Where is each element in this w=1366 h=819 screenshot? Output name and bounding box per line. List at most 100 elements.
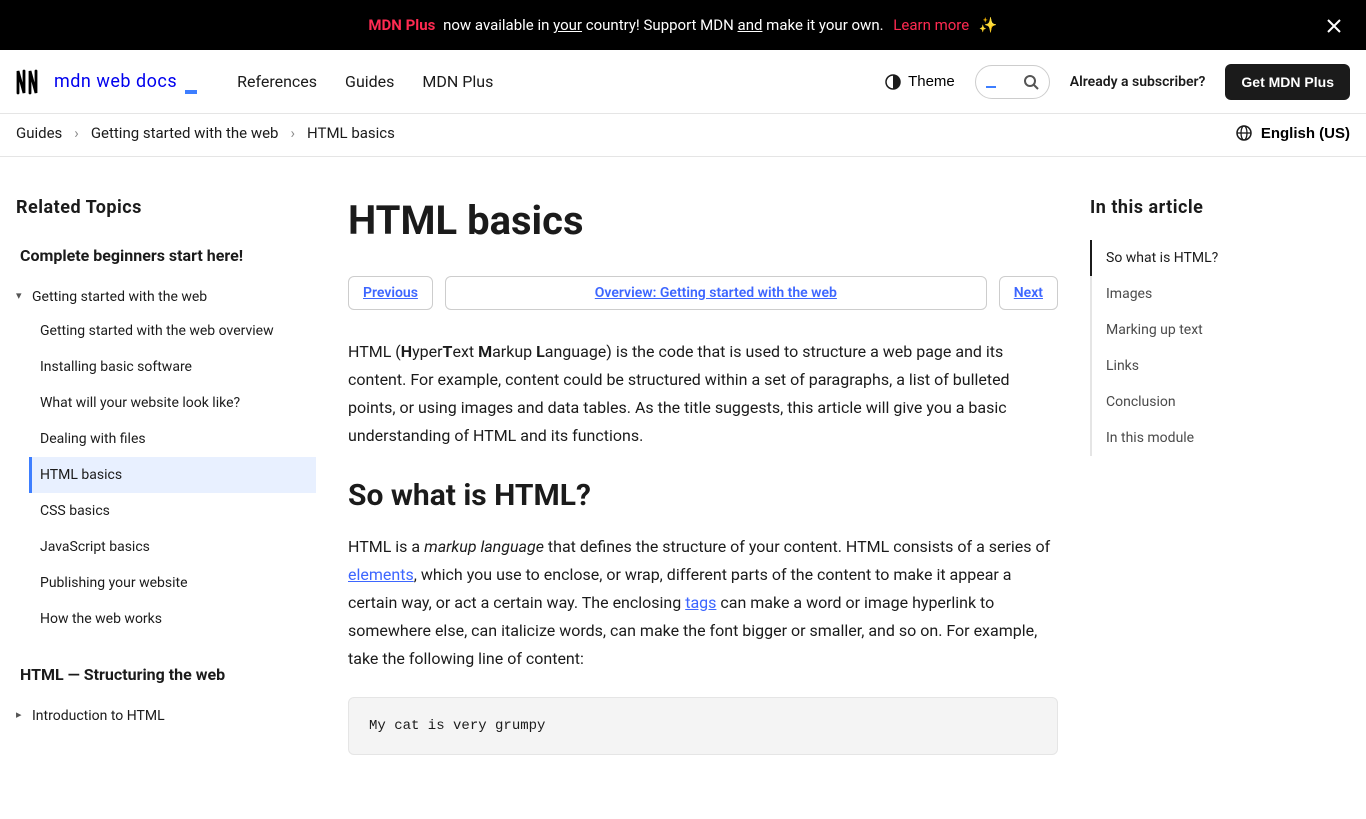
sidebar-link[interactable]: Publishing your website: [40, 575, 188, 591]
banner-and: and: [738, 16, 763, 34]
sidebar-group-getting-started[interactable]: Getting started with the web Getting sta…: [16, 281, 316, 637]
logo-text: mdn web docs: [54, 71, 177, 92]
sidebar-item: How the web works: [32, 601, 316, 637]
prev-button[interactable]: Previous: [348, 276, 433, 310]
globe-icon: [1235, 124, 1253, 142]
promo-banner: MDN Plus now available in your country! …: [0, 0, 1366, 50]
toc-link[interactable]: In this module: [1106, 430, 1194, 446]
breadcrumb-getting-started[interactable]: Getting started with the web: [91, 124, 279, 142]
heading-so-what-is-html: So what is HTML?: [348, 478, 1058, 513]
sidebar-group-intro-html[interactable]: Introduction to HTML: [16, 700, 316, 732]
logo-cursor-icon: [185, 90, 197, 94]
sidebar-link[interactable]: HTML basics: [40, 467, 122, 483]
toc-item: In this module: [1092, 420, 1350, 456]
banner-text: make it your own.: [766, 16, 887, 34]
sidebar-related-topics: Related Topics Complete beginners start …: [16, 197, 316, 779]
nav-mdn-plus[interactable]: MDN Plus: [422, 72, 493, 91]
toc-link[interactable]: Links: [1106, 358, 1139, 374]
toc-aside: In this article So what is HTML? Images …: [1090, 197, 1350, 779]
breadcrumb-current: HTML basics: [307, 124, 395, 142]
nav-guides[interactable]: Guides: [345, 72, 394, 91]
sidebar-item-active: HTML basics: [29, 457, 316, 493]
theme-icon: [884, 73, 902, 91]
banner-learn-more-link[interactable]: Learn more: [893, 16, 969, 34]
sidebar-item: Installing basic software: [32, 349, 316, 385]
primary-nav: References Guides MDN Plus: [237, 72, 493, 91]
breadcrumb: Guides › Getting started with the web › …: [16, 124, 395, 142]
banner-text: country! Support MDN: [586, 16, 738, 34]
subscriber-link[interactable]: Already a subscriber?: [1070, 74, 1206, 90]
sidebar-link[interactable]: Dealing with files: [40, 431, 146, 447]
toc-item: Images: [1092, 276, 1350, 312]
site-header: mdn web docs References Guides MDN Plus …: [0, 50, 1366, 114]
sidebar-item: Dealing with files: [32, 421, 316, 457]
article-paragraph: HTML is a markup language that defines t…: [348, 533, 1058, 673]
banner-your: your: [553, 16, 582, 34]
close-icon: [1326, 18, 1342, 34]
article-intro: HTML (HyperText Markup Language) is the …: [348, 338, 1058, 450]
sidebar-item: JavaScript basics: [32, 529, 316, 565]
toc-link[interactable]: Images: [1106, 286, 1152, 302]
sparkle-icon: ✨: [979, 16, 998, 34]
theme-label: Theme: [908, 73, 955, 90]
toc-link[interactable]: Marking up text: [1106, 322, 1203, 338]
html-letter-m: M: [478, 342, 492, 361]
header-right: Theme Already a subscriber? Get MDN Plus: [884, 64, 1350, 100]
chevron-right-icon: ›: [74, 124, 79, 142]
sidebar-heading: Related Topics: [16, 197, 316, 218]
breadcrumb-bar: Guides › Getting started with the web › …: [0, 114, 1366, 157]
breadcrumb-guides[interactable]: Guides: [16, 124, 62, 142]
sidebar-item: What will your website look like?: [32, 385, 316, 421]
sidebar-item: Getting started with the web overview: [32, 313, 316, 349]
sidebar-group-summary[interactable]: Getting started with the web: [16, 281, 316, 313]
html-letter-t: T: [443, 342, 453, 361]
toc-link[interactable]: Conclusion: [1106, 394, 1176, 410]
search-box[interactable]: [975, 65, 1050, 99]
theme-toggle[interactable]: Theme: [884, 73, 955, 91]
page-title: HTML basics: [348, 197, 1058, 244]
sidebar-link[interactable]: What will your website look like?: [40, 395, 240, 411]
banner-close-button[interactable]: [1326, 14, 1342, 36]
toc-link[interactable]: So what is HTML?: [1106, 250, 1218, 266]
prev-next-nav: Previous Overview: Getting started with …: [348, 276, 1058, 310]
sidebar-link[interactable]: CSS basics: [40, 503, 110, 519]
search-input[interactable]: [996, 74, 1014, 90]
sidebar-link[interactable]: Getting started with the web overview: [40, 323, 274, 339]
sidebar-link[interactable]: Installing basic software: [40, 359, 192, 375]
search-icon: [1023, 74, 1039, 90]
sidebar-link[interactable]: How the web works: [40, 611, 162, 627]
nav-references[interactable]: References: [237, 72, 317, 91]
banner-text: now available in: [443, 16, 553, 34]
html-letter-l: L: [536, 342, 545, 361]
toc-item-active: So what is HTML?: [1090, 240, 1350, 276]
tags-link[interactable]: tags: [685, 593, 716, 612]
chevron-right-icon: ›: [290, 124, 295, 142]
banner-brand: MDN Plus: [368, 16, 435, 34]
toc-heading: In this article: [1090, 197, 1350, 218]
get-mdn-plus-button[interactable]: Get MDN Plus: [1225, 64, 1350, 100]
toc-item: Links: [1092, 348, 1350, 384]
sidebar-group-summary[interactable]: Introduction to HTML: [16, 700, 316, 732]
sidebar-item: CSS basics: [32, 493, 316, 529]
next-button[interactable]: Next: [999, 276, 1058, 310]
sidebar-item: Publishing your website: [32, 565, 316, 601]
sidebar-section-beginners: Complete beginners start here!: [20, 246, 316, 265]
toc-item: Marking up text: [1092, 312, 1350, 348]
article-main: HTML basics Previous Overview: Getting s…: [348, 197, 1058, 779]
sidebar-section-html: HTML — Structuring the web: [20, 665, 316, 684]
html-letter-h: H: [401, 342, 412, 361]
markup-language-em: markup language: [424, 537, 544, 556]
language-select[interactable]: English (US): [1235, 124, 1350, 142]
page-grid: Related Topics Complete beginners start …: [0, 157, 1366, 819]
sidebar-link[interactable]: JavaScript basics: [40, 539, 150, 555]
sidebar-list: Getting started with the web overview In…: [16, 313, 316, 637]
toc-item: Conclusion: [1092, 384, 1350, 420]
toc-list: So what is HTML? Images Marking up text …: [1090, 240, 1350, 456]
search-cursor-icon: [986, 76, 996, 88]
language-label: English (US): [1261, 125, 1350, 142]
elements-link[interactable]: elements: [348, 565, 414, 584]
mdn-logo-icon: [16, 69, 46, 95]
overview-button[interactable]: Overview: Getting started with the web: [445, 276, 987, 310]
code-block: My cat is very grumpy: [348, 697, 1058, 755]
site-logo[interactable]: mdn web docs: [16, 69, 197, 95]
